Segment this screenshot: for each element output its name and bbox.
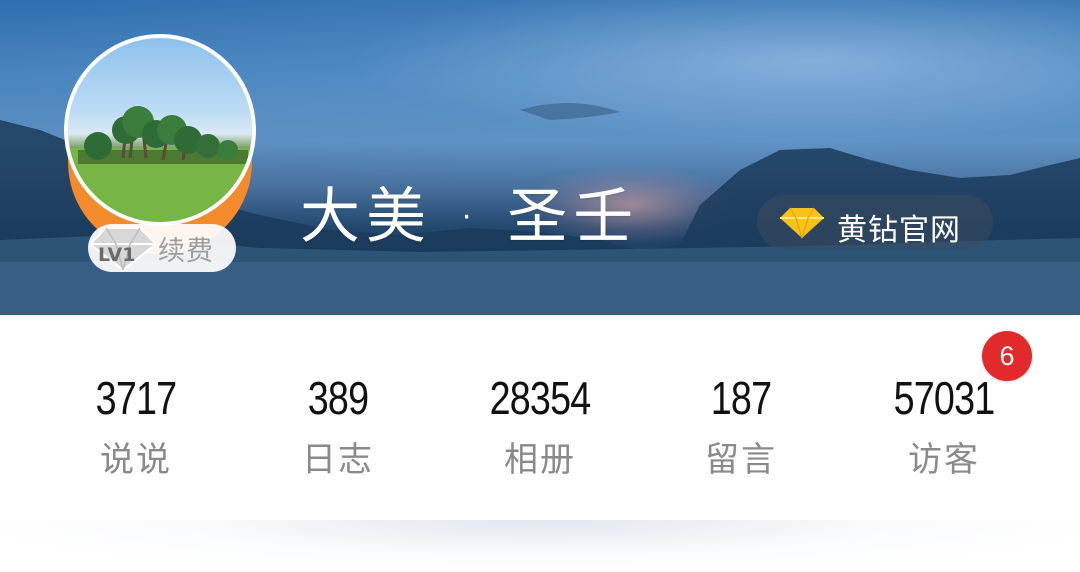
- stat-visitors[interactable]: 57031 访客: [844, 370, 1044, 480]
- stat-albums-count: 28354: [489, 372, 592, 424]
- stats-bar: 3717 说说 389 日志 28354 相册 187 留言 57031 访客: [0, 315, 1080, 530]
- profile-name: 大美 · 圣壬: [300, 182, 640, 252]
- profile-cover-banner[interactable]: LV1 续费 大美 · 圣壬 黄钻官网: [0, 0, 1080, 315]
- stat-blogs[interactable]: 389 日志: [238, 370, 438, 480]
- section-divider-shadow: [0, 520, 1080, 572]
- stat-messages[interactable]: 187 留言: [641, 370, 841, 480]
- stat-posts-label: 说说: [100, 440, 172, 480]
- level-label: LV1: [98, 244, 136, 266]
- renew-label[interactable]: 续费: [158, 229, 214, 268]
- visitor-notification-badge: 6: [982, 331, 1032, 381]
- avatar-photo: [68, 106, 252, 222]
- stat-posts[interactable]: 3717 说说: [36, 370, 236, 480]
- stat-blogs-count: 389: [307, 372, 369, 424]
- stat-albums-label: 相册: [504, 440, 576, 480]
- stat-blogs-label: 日志: [302, 440, 374, 480]
- stat-albums[interactable]: 28354 相册: [440, 370, 640, 480]
- stat-visitors-label: 访客: [908, 440, 980, 480]
- stat-posts-count: 3717: [95, 372, 177, 424]
- vip-website-button[interactable]: 黄钻官网: [757, 195, 993, 249]
- vip-website-label: 黄钻官网: [837, 213, 961, 248]
- stat-messages-count: 187: [710, 372, 772, 424]
- stat-messages-label: 留言: [705, 440, 777, 480]
- avatar[interactable]: [64, 34, 256, 226]
- diamond-icon: [780, 207, 824, 239]
